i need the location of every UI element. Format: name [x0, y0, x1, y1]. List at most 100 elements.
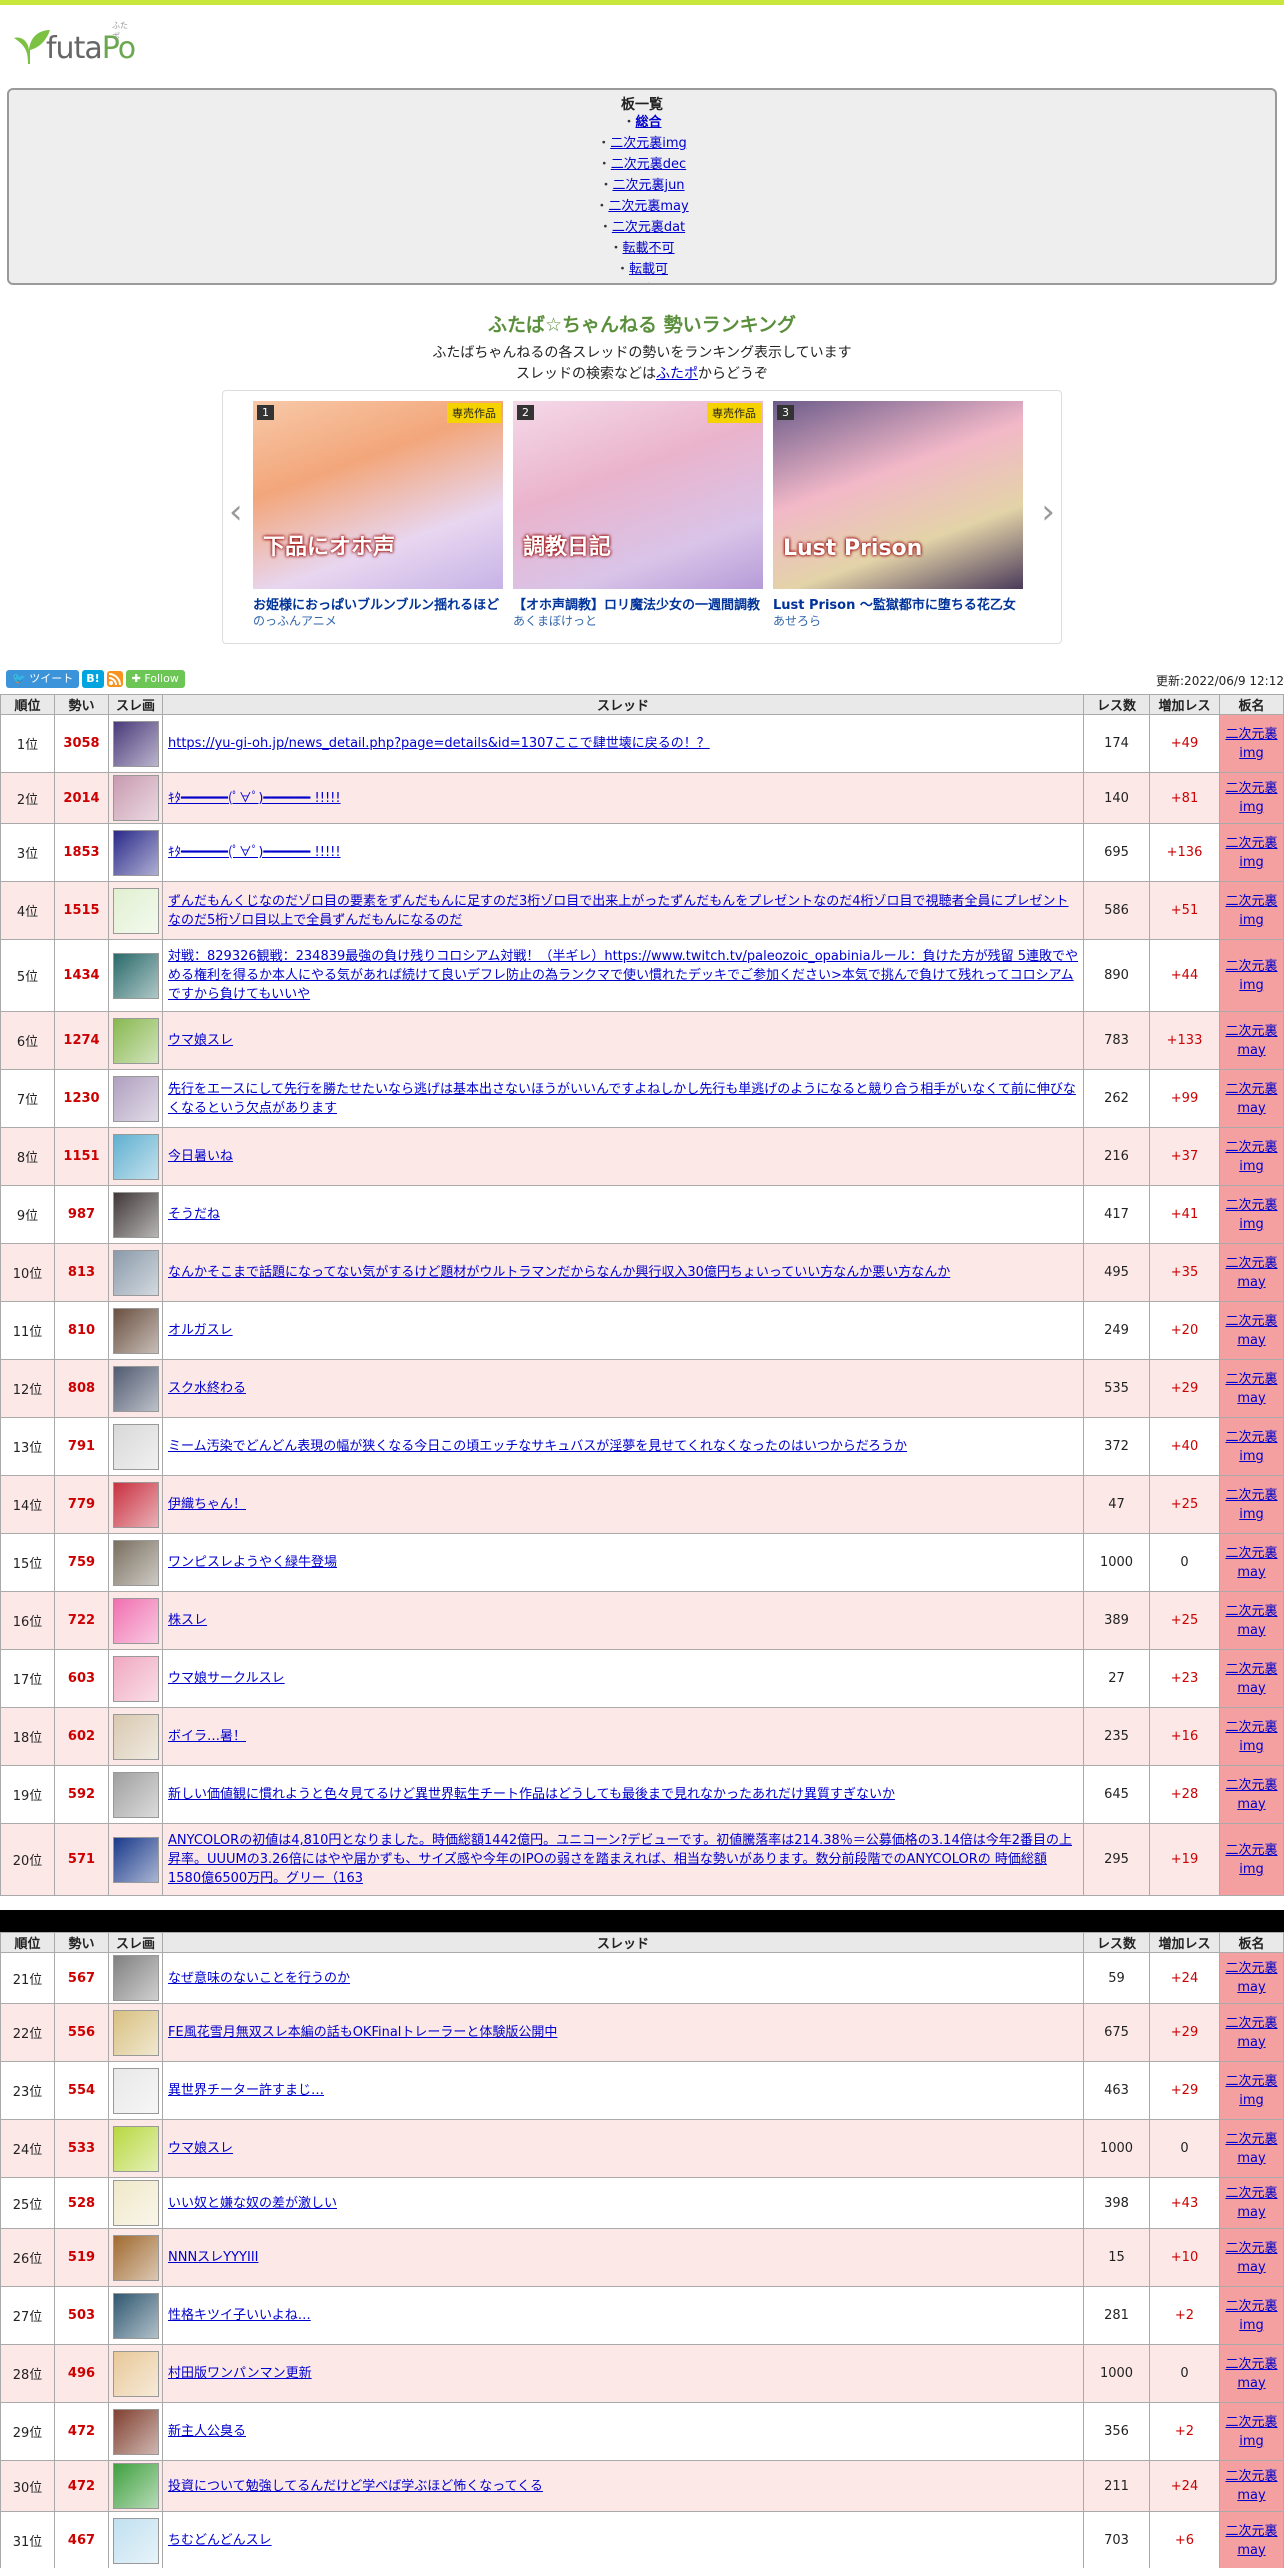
- futapo-link[interactable]: ふたポ: [656, 366, 698, 382]
- thread-link[interactable]: FE風花雪月無双スレ本編の話もOKFinalトレーラーと体験版公開中: [168, 2025, 557, 2040]
- thread-link[interactable]: ウマ娘スレ: [168, 1033, 233, 1048]
- board-link[interactable]: 二次元裏dat: [612, 220, 685, 235]
- thread-thumbnail[interactable]: [112, 2125, 159, 2172]
- board-sub-link[interactable]: may: [1237, 2260, 1265, 2275]
- board-sub-link[interactable]: img: [1239, 800, 1264, 815]
- board-name-link[interactable]: 二次元裏: [1225, 1430, 1277, 1445]
- thread-thumbnail[interactable]: [112, 1133, 159, 1180]
- board-sub-link[interactable]: img: [1239, 2093, 1264, 2108]
- board-name-link[interactable]: 二次元裏: [1225, 781, 1277, 796]
- board-sub-link[interactable]: may: [1237, 1391, 1265, 1406]
- thread-link[interactable]: 投資について勉強してるんだけど学べば学ぶほど怖くなってくる: [168, 2479, 543, 2494]
- hatena-bookmark-button[interactable]: B!: [82, 670, 104, 688]
- board-link[interactable]: 二次元裏dec: [611, 157, 686, 172]
- thread-link[interactable]: ボイラ…暑！: [168, 1729, 246, 1744]
- thread-thumbnail[interactable]: [112, 1249, 159, 1296]
- board-link[interactable]: 転載不可: [623, 241, 675, 256]
- thread-link[interactable]: そうだね: [168, 1207, 220, 1222]
- thread-thumbnail[interactable]: [112, 1017, 159, 1064]
- thread-link[interactable]: いい奴と嫌な奴の差が激しい: [168, 2196, 337, 2211]
- thread-thumbnail[interactable]: [112, 1191, 159, 1238]
- thread-thumbnail[interactable]: [112, 829, 159, 876]
- board-name-link[interactable]: 二次元裏: [1225, 1843, 1277, 1858]
- carousel-maker[interactable]: あくまぼけっと: [513, 612, 763, 628]
- thread-link[interactable]: NNNスレYYYIII: [168, 2250, 259, 2265]
- thread-link[interactable]: なんかそこまで話題になってない気がするけど題材がウルトラマンだからなんか興行収入…: [168, 1265, 950, 1280]
- thread-thumbnail[interactable]: [112, 1713, 159, 1760]
- thread-thumbnail[interactable]: [112, 2009, 159, 2056]
- board-name-link[interactable]: 二次元裏: [1225, 1314, 1277, 1329]
- carousel-next-icon[interactable]: ›: [1041, 495, 1055, 529]
- thread-thumbnail[interactable]: [112, 1771, 159, 1818]
- board-sub-link[interactable]: may: [1237, 2151, 1265, 2166]
- board-name-link[interactable]: 二次元裏: [1225, 727, 1277, 742]
- carousel-prev-icon[interactable]: ‹: [229, 495, 243, 529]
- board-link[interactable]: 二次元裏jun: [612, 178, 684, 193]
- thread-link[interactable]: 村田版ワンパンマン更新: [168, 2366, 312, 2381]
- thread-link[interactable]: ｷﾀ━━━━━━(ﾟ∀ﾟ)━━━━━━ !!!!!: [168, 791, 341, 806]
- thread-thumbnail[interactable]: [112, 1075, 159, 1122]
- thread-link[interactable]: ウマ娘スレ: [168, 2141, 233, 2156]
- board-name-link[interactable]: 二次元裏: [1225, 1372, 1277, 1387]
- board-name-link[interactable]: 二次元裏: [1225, 2241, 1277, 2256]
- board-name-link[interactable]: 二次元裏: [1225, 1604, 1277, 1619]
- thread-thumbnail[interactable]: [112, 2234, 159, 2281]
- thread-thumbnail[interactable]: [112, 775, 159, 821]
- thread-thumbnail[interactable]: [112, 2067, 159, 2114]
- board-name-link[interactable]: 二次元裏: [1225, 2016, 1277, 2031]
- thread-thumbnail[interactable]: [112, 1597, 159, 1644]
- board-sub-link[interactable]: img: [1239, 1449, 1264, 1464]
- follow-button[interactable]: ✚ Follow: [125, 670, 185, 688]
- board-sub-link[interactable]: may: [1237, 2488, 1265, 2503]
- thread-link[interactable]: ｷﾀ━━━━━━(ﾟ∀ﾟ)━━━━━━ !!!!!: [168, 845, 341, 860]
- board-name-link[interactable]: 二次元裏: [1225, 2357, 1277, 2372]
- board-sub-link[interactable]: may: [1237, 1980, 1265, 1995]
- thread-link[interactable]: ウマ娘サークルスレ: [168, 1671, 285, 1686]
- board-name-link[interactable]: 二次元裏: [1225, 2132, 1277, 2147]
- board-link[interactable]: 二次元裏may: [608, 199, 688, 214]
- board-sub-link[interactable]: may: [1237, 2543, 1265, 2558]
- board-sub-link[interactable]: img: [1239, 1159, 1264, 1174]
- board-sub-link[interactable]: img: [1239, 1862, 1264, 1877]
- thread-link[interactable]: 伊織ちゃん！: [168, 1497, 246, 1512]
- carousel-maker[interactable]: のっふんアニメ: [253, 612, 503, 628]
- thread-link[interactable]: ミーム汚染でどんどん表現の幅が狭くなる今日この頃エッチなサキュバスが淫夢を見せて…: [168, 1439, 907, 1454]
- board-name-link[interactable]: 二次元裏: [1225, 2415, 1277, 2430]
- board-sub-link[interactable]: img: [1239, 2434, 1264, 2449]
- thread-link[interactable]: 新主人公臭る: [168, 2424, 246, 2439]
- board-sub-link[interactable]: img: [1239, 978, 1264, 993]
- thread-thumbnail[interactable]: [112, 2180, 159, 2226]
- rss-icon[interactable]: [106, 671, 123, 687]
- board-name-link[interactable]: 二次元裏: [1225, 1961, 1277, 1976]
- board-name-link[interactable]: 二次元裏: [1225, 2299, 1277, 2314]
- board-link[interactable]: 転載可: [629, 262, 668, 277]
- board-sub-link[interactable]: img: [1239, 1739, 1264, 1754]
- thread-thumbnail[interactable]: [112, 1481, 159, 1528]
- board-name-link[interactable]: 二次元裏: [1225, 2524, 1277, 2539]
- thread-thumbnail[interactable]: [112, 2463, 159, 2509]
- carousel-image[interactable]: 2 専売作品 調教日記: [513, 401, 763, 589]
- thread-thumbnail[interactable]: [112, 2350, 159, 2397]
- thread-thumbnail[interactable]: [112, 1307, 159, 1354]
- site-logo[interactable]: futaPo ふたポ: [6, 21, 136, 66]
- thread-link[interactable]: 株スレ: [168, 1613, 207, 1628]
- board-link[interactable]: 総合: [636, 115, 662, 130]
- board-name-link[interactable]: 二次元裏: [1225, 2186, 1277, 2201]
- board-sub-link[interactable]: img: [1239, 855, 1264, 870]
- board-sub-link[interactable]: may: [1237, 1333, 1265, 1348]
- board-name-link[interactable]: 二次元裏: [1225, 894, 1277, 909]
- carousel-item[interactable]: 3 Lust Prison Lust Prison ～監獄都市に堕ちる花乙女 あせろら: [773, 401, 1023, 628]
- carousel-image[interactable]: 3 Lust Prison: [773, 401, 1023, 589]
- board-sub-link[interactable]: img: [1239, 1507, 1264, 1522]
- carousel-item[interactable]: 2 専売作品 調教日記 【オホ声調教】ロリ魔法少女の一週間調教 あくまぼけっと: [513, 401, 763, 628]
- board-sub-link[interactable]: img: [1239, 746, 1264, 761]
- thread-thumbnail[interactable]: [112, 1836, 159, 1883]
- thread-thumbnail[interactable]: [112, 2517, 159, 2564]
- board-name-link[interactable]: 二次元裏: [1225, 959, 1277, 974]
- board-sub-link[interactable]: may: [1237, 2205, 1265, 2220]
- thread-thumbnail[interactable]: [112, 1955, 159, 2001]
- thread-link[interactable]: https://yu-gi-oh.jp/news_detail.php?page…: [168, 736, 710, 751]
- board-name-link[interactable]: 二次元裏: [1225, 1546, 1277, 1561]
- board-name-link[interactable]: 二次元裏: [1225, 1082, 1277, 1097]
- board-sub-link[interactable]: may: [1237, 2376, 1265, 2391]
